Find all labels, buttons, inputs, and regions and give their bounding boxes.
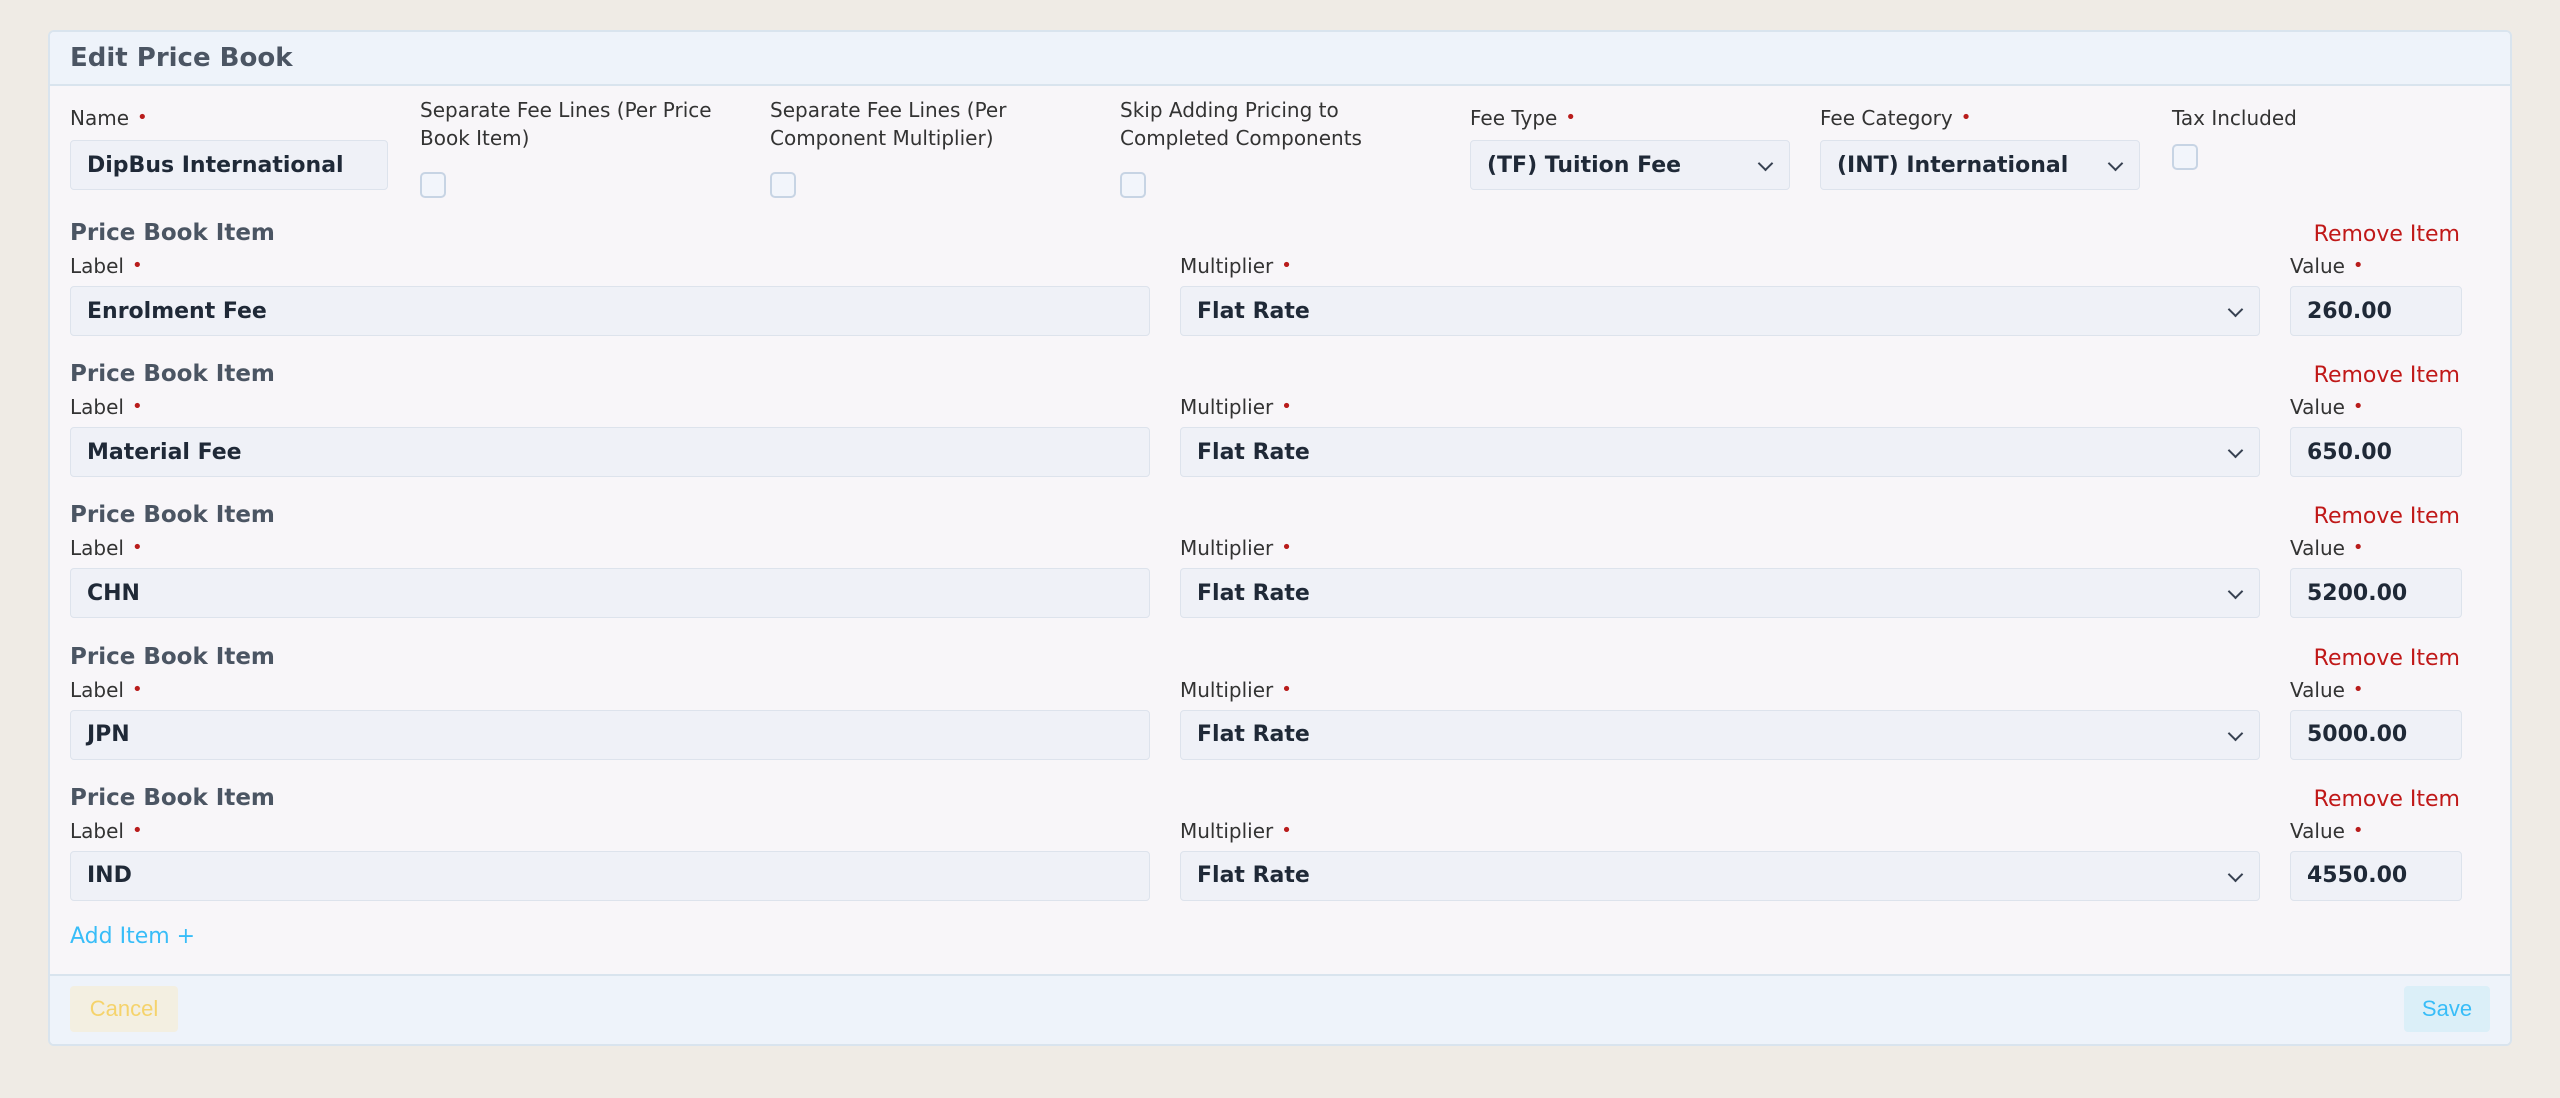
tax-included-label: Tax Included bbox=[2172, 106, 2297, 130]
item-label-value: Material Fee bbox=[87, 439, 242, 465]
item-label-label: Label • bbox=[70, 677, 143, 702]
fee-type-select[interactable]: (TF) Tuition Fee bbox=[1470, 140, 1790, 190]
remove-item-link[interactable]: Remove Item bbox=[2314, 646, 2460, 671]
price-book-item: Price Book Item Remove Item Label • JPN M… bbox=[50, 644, 2510, 764]
item-value-input[interactable]: 5000.00 bbox=[2290, 709, 2462, 760]
item-label-label: Label • bbox=[70, 818, 143, 843]
page-title: Edit Price Book bbox=[70, 43, 293, 73]
price-book-item: Price Book Item Remove Item Label • CHN M… bbox=[50, 502, 2510, 622]
item-multiplier-value: Flat Rate bbox=[1197, 863, 1310, 889]
card-footer: Cancel Save bbox=[50, 974, 2510, 1044]
item-multiplier-select[interactable]: Flat Rate bbox=[1180, 568, 2260, 619]
item-label-input[interactable]: CHN bbox=[70, 568, 1150, 619]
separate-per-component-label: Separate Fee Lines (Per Component Multip… bbox=[770, 98, 1007, 150]
fee-type-value: (TF) Tuition Fee bbox=[1487, 152, 1682, 178]
item-multiplier-label: Multiplier • bbox=[1180, 395, 1292, 420]
item-section-title: Price Book Item bbox=[70, 220, 275, 246]
item-label-value: Enrolment Fee bbox=[87, 298, 267, 324]
remove-item-link[interactable]: Remove Item bbox=[2314, 787, 2460, 812]
item-label-input[interactable]: IND bbox=[70, 850, 1150, 901]
item-value-label: Value • bbox=[2290, 536, 2364, 561]
item-label-input[interactable]: Enrolment Fee bbox=[70, 286, 1150, 336]
item-value-label: Value • bbox=[2290, 395, 2364, 420]
fee-category-select[interactable]: (INT) International bbox=[1820, 140, 2140, 190]
item-section-title: Price Book Item bbox=[70, 784, 275, 811]
price-book-item: Price Book Item Remove Item Label • IND M… bbox=[50, 785, 2510, 905]
name-value: DipBus International bbox=[87, 152, 344, 178]
item-section-title: Price Book Item bbox=[70, 361, 275, 388]
item-label-input[interactable]: Material Fee bbox=[70, 427, 1150, 478]
edit-price-book-card: Edit Price Book Name • DipBus Internation… bbox=[48, 30, 2512, 1046]
item-label-value: CHN bbox=[87, 580, 140, 606]
item-value-value: 5200.00 bbox=[2307, 580, 2408, 606]
skip-completed-checkbox[interactable] bbox=[1120, 172, 1146, 198]
add-item-link[interactable]: Add Item + bbox=[70, 924, 195, 949]
item-value-value: 260.00 bbox=[2307, 298, 2392, 324]
fee-type-label: Fee Type • bbox=[1470, 106, 1576, 130]
item-multiplier-label: Multiplier • bbox=[1180, 536, 1292, 561]
item-value-value: 4550.00 bbox=[2307, 863, 2408, 889]
remove-item-link[interactable]: Remove Item bbox=[2314, 222, 2460, 247]
item-value-input[interactable]: 4550.00 bbox=[2290, 850, 2462, 901]
item-multiplier-label: Multiplier • bbox=[1180, 254, 1292, 278]
item-value-input[interactable]: 5200.00 bbox=[2290, 568, 2462, 619]
chevron-down-icon bbox=[2107, 155, 2124, 172]
item-multiplier-value: Flat Rate bbox=[1197, 722, 1310, 748]
chevron-down-icon bbox=[2227, 866, 2244, 883]
item-value-input[interactable]: 650.00 bbox=[2290, 427, 2462, 478]
item-multiplier-value: Flat Rate bbox=[1197, 580, 1310, 606]
item-section-title: Price Book Item bbox=[70, 643, 275, 670]
item-multiplier-value: Flat Rate bbox=[1197, 439, 1310, 465]
price-book-item: Price Book Item Remove Item Label • Enrol… bbox=[50, 220, 2510, 340]
item-label-label: Label • bbox=[70, 536, 143, 561]
remove-item-link[interactable]: Remove Item bbox=[2314, 363, 2460, 388]
item-section-title: Price Book Item bbox=[70, 502, 275, 529]
item-multiplier-value: Flat Rate bbox=[1197, 298, 1310, 324]
item-multiplier-select[interactable]: Flat Rate bbox=[1180, 427, 2260, 478]
chevron-down-icon bbox=[1757, 155, 1774, 172]
item-multiplier-select[interactable]: Flat Rate bbox=[1180, 286, 2260, 336]
cancel-button[interactable]: Cancel bbox=[70, 986, 178, 1032]
remove-item-link[interactable]: Remove Item bbox=[2314, 504, 2460, 529]
item-multiplier-label: Multiplier • bbox=[1180, 677, 1292, 702]
form-body: Name • DipBus International Separate Fee … bbox=[50, 86, 2510, 1006]
name-input[interactable]: DipBus International bbox=[70, 140, 388, 190]
item-value-label: Value • bbox=[2290, 818, 2364, 843]
fee-category-label: Fee Category • bbox=[1820, 106, 1972, 130]
item-value-label: Value • bbox=[2290, 254, 2364, 278]
item-value-label: Value • bbox=[2290, 677, 2364, 702]
item-label-value: IND bbox=[87, 863, 132, 889]
item-label-label: Label • bbox=[70, 254, 143, 278]
separate-per-component-checkbox[interactable] bbox=[770, 172, 796, 198]
item-label-value: JPN bbox=[87, 722, 130, 748]
price-book-item: Price Book Item Remove Item Label • Mater… bbox=[50, 361, 2510, 481]
item-label-label: Label • bbox=[70, 395, 143, 420]
chevron-down-icon bbox=[2227, 301, 2244, 318]
separate-per-item-label: Separate Fee Lines (Per Price Book Item) bbox=[420, 98, 712, 150]
chevron-down-icon bbox=[2227, 725, 2244, 741]
chevron-down-icon bbox=[2227, 442, 2244, 459]
save-button[interactable]: Save bbox=[2404, 986, 2490, 1032]
item-multiplier-select[interactable]: Flat Rate bbox=[1180, 709, 2260, 760]
name-label: Name • bbox=[70, 106, 148, 130]
item-multiplier-select[interactable]: Flat Rate bbox=[1180, 850, 2260, 901]
fee-category-value: (INT) International bbox=[1837, 152, 2069, 178]
item-multiplier-label: Multiplier • bbox=[1180, 818, 1292, 843]
skip-completed-label: Skip Adding Pricing to Completed Compone… bbox=[1120, 98, 1362, 150]
item-value-input[interactable]: 260.00 bbox=[2290, 286, 2462, 336]
item-label-input[interactable]: JPN bbox=[70, 709, 1150, 760]
separate-per-item-checkbox[interactable] bbox=[420, 172, 446, 198]
tax-included-checkbox[interactable] bbox=[2172, 144, 2198, 170]
card-header: Edit Price Book bbox=[50, 32, 2510, 86]
item-value-value: 5000.00 bbox=[2307, 722, 2408, 748]
item-value-value: 650.00 bbox=[2307, 439, 2392, 465]
chevron-down-icon bbox=[2227, 584, 2244, 600]
